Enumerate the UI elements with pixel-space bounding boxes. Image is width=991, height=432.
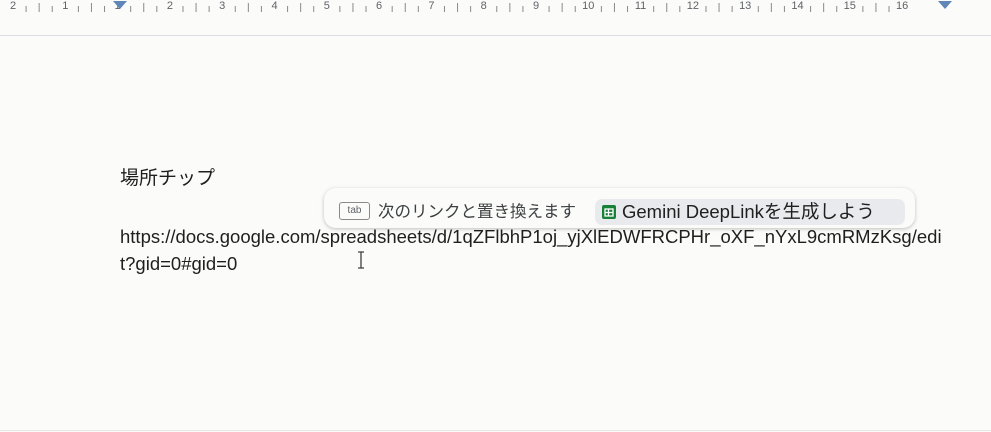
ruler-label: 6	[376, 0, 382, 12]
ruler-label: 9	[533, 0, 539, 12]
suggestion-label: Gemini DeepLinkを生成しよう	[622, 201, 875, 222]
ruler-label: 1	[62, 0, 68, 12]
document-heading[interactable]: 場所チップ	[120, 168, 215, 190]
ruler-label: 11	[635, 0, 646, 12]
document-link-text[interactable]: https://docs.google.com/spreadsheets/d/1…	[120, 223, 950, 277]
google-sheets-icon	[602, 205, 616, 219]
ruler-label: 14	[791, 0, 803, 12]
ruler-label: 15	[844, 0, 856, 12]
text-cursor-icon	[358, 251, 364, 269]
ruler-label: 16	[896, 0, 908, 12]
ruler-label: 8	[481, 0, 487, 12]
ruler-label: 7	[428, 0, 434, 12]
ruler-label: 3	[219, 0, 225, 12]
smart-chip-suggestion-popup[interactable]: tab 次のリンクと置き換えます Gemini DeepLinkを生成しよう	[324, 188, 915, 228]
replace-hint-text: 次のリンクと置き換えます	[378, 203, 576, 221]
ruler-label: 13	[739, 0, 751, 12]
ruler-label: 10	[582, 0, 594, 12]
horizontal-ruler[interactable]: 2112345678910111213141516	[0, 0, 991, 14]
suggested-link-chip[interactable]: Gemini DeepLinkを生成しよう	[595, 199, 905, 225]
ruler-label: 5	[324, 0, 330, 12]
page-bottom-edge	[0, 430, 991, 431]
right-indent-marker[interactable]	[938, 1, 952, 9]
tab-key-badge: tab	[339, 202, 370, 220]
ruler-label: 4	[271, 0, 277, 12]
ruler-label: 12	[687, 0, 699, 12]
ruler-scale: 2112345678910111213141516	[10, 0, 952, 12]
ruler-label: 2	[167, 0, 173, 12]
ruler-label: 2	[10, 0, 16, 12]
